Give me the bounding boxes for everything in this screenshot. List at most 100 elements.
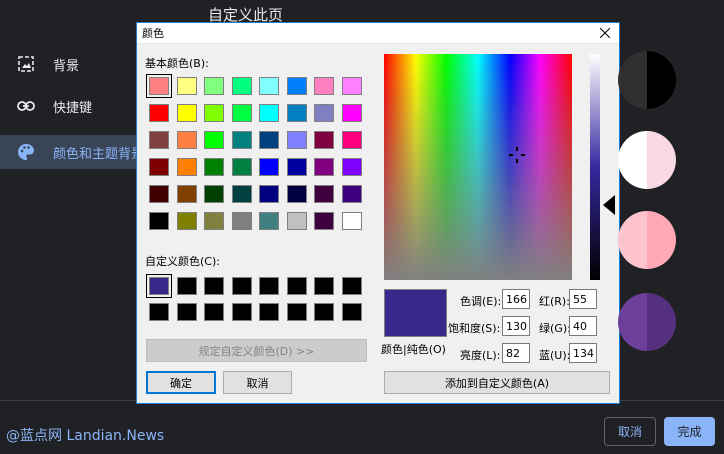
basic-color-swatch[interactable] xyxy=(286,131,307,149)
basic-color-swatch[interactable] xyxy=(149,104,169,122)
basic-color-swatch[interactable] xyxy=(176,212,197,230)
custom-color-swatch[interactable] xyxy=(231,277,252,295)
basic-color-swatch[interactable] xyxy=(286,77,307,95)
custom-color-swatch[interactable] xyxy=(314,277,334,295)
basic-color-swatch[interactable] xyxy=(204,104,224,122)
luminance-arrow-icon[interactable] xyxy=(603,195,615,215)
green-input[interactable]: 40 xyxy=(569,316,597,336)
hue-input[interactable]: 166 xyxy=(502,289,530,309)
basic-color-swatch[interactable] xyxy=(149,131,169,149)
basic-color-swatch[interactable] xyxy=(204,158,224,176)
dialog-title: 颜色 xyxy=(142,27,164,40)
basic-color-swatch[interactable] xyxy=(146,74,172,98)
luminance-input[interactable]: 82 xyxy=(502,343,530,363)
basic-color-swatch[interactable] xyxy=(314,185,334,203)
basic-color-swatch[interactable] xyxy=(341,77,362,95)
watermark-text: @蓝点网 Landian.News xyxy=(6,428,165,444)
basic-color-swatch[interactable] xyxy=(259,185,279,203)
theme-color-half xyxy=(647,131,676,189)
basic-color-swatch[interactable] xyxy=(176,77,197,95)
basic-color-swatch[interactable] xyxy=(231,77,252,95)
red-input[interactable]: 55 xyxy=(569,289,597,309)
close-button[interactable] xyxy=(591,23,619,43)
page-done-button[interactable]: 完成 xyxy=(664,417,715,446)
custom-color-swatch[interactable] xyxy=(146,274,172,298)
basic-color-swatch[interactable] xyxy=(176,131,197,149)
custom-color-swatch[interactable] xyxy=(286,303,307,321)
basic-color-swatch[interactable] xyxy=(149,185,169,203)
palette-icon xyxy=(18,144,34,160)
basic-color-swatch[interactable] xyxy=(259,131,279,149)
custom-color-swatch[interactable] xyxy=(204,277,224,295)
hue-label: 色调(E): xyxy=(460,295,502,308)
basic-color-swatch[interactable] xyxy=(204,212,224,230)
basic-color-swatch[interactable] xyxy=(176,104,197,122)
color-dialog: 颜色 基本颜色(B): 自定义颜色(C): 规定自定义颜色(D) >> 确定 取… xyxy=(136,22,620,404)
basic-color-swatch[interactable] xyxy=(176,158,197,176)
basic-color-swatch[interactable] xyxy=(204,77,224,95)
basic-color-swatch[interactable] xyxy=(314,77,334,95)
basic-color-swatch[interactable] xyxy=(149,158,169,176)
basic-color-swatch[interactable] xyxy=(286,185,307,203)
theme-color-option[interactable] xyxy=(618,51,676,109)
custom-color-swatch[interactable] xyxy=(176,277,197,295)
basic-color-swatch[interactable] xyxy=(314,158,334,176)
basic-color-swatch[interactable] xyxy=(314,212,334,230)
theme-color-half xyxy=(647,293,676,351)
custom-color-swatch[interactable] xyxy=(259,277,279,295)
theme-color-half xyxy=(618,51,647,109)
custom-color-swatch[interactable] xyxy=(341,277,362,295)
basic-color-swatch[interactable] xyxy=(231,158,252,176)
basic-color-swatch[interactable] xyxy=(341,131,362,149)
page-cancel-button[interactable]: 取消 xyxy=(604,417,656,446)
basic-color-swatch[interactable] xyxy=(231,212,252,230)
theme-color-half xyxy=(618,211,647,269)
basic-color-swatch[interactable] xyxy=(341,212,362,230)
basic-color-swatch[interactable] xyxy=(231,131,252,149)
custom-color-swatch[interactable] xyxy=(286,277,307,295)
custom-color-swatch[interactable] xyxy=(149,303,169,321)
red-label: 红(R): xyxy=(539,295,570,308)
theme-color-option[interactable] xyxy=(618,293,676,351)
add-custom-color-button[interactable]: 添加到自定义颜色(A) xyxy=(384,371,610,394)
blue-label: 蓝(U): xyxy=(539,349,571,362)
basic-color-swatch[interactable] xyxy=(286,212,307,230)
color-preview xyxy=(384,289,447,337)
basic-color-swatch[interactable] xyxy=(231,104,252,122)
luminance-slider[interactable] xyxy=(590,54,600,280)
custom-color-swatch[interactable] xyxy=(341,303,362,321)
basic-color-swatch[interactable] xyxy=(286,158,307,176)
custom-color-swatch[interactable] xyxy=(204,303,224,321)
basic-color-swatch[interactable] xyxy=(149,212,169,230)
basic-color-swatch[interactable] xyxy=(341,158,362,176)
basic-color-swatch[interactable] xyxy=(259,158,279,176)
basic-color-swatch[interactable] xyxy=(259,77,279,95)
basic-color-swatch[interactable] xyxy=(204,185,224,203)
blue-input[interactable]: 134 xyxy=(569,343,597,363)
sidebar-item-label: 颜色和主题背景 xyxy=(53,146,145,162)
basic-color-swatch[interactable] xyxy=(204,131,224,149)
dialog-cancel-button[interactable]: 取消 xyxy=(223,371,292,394)
basic-color-swatch[interactable] xyxy=(341,185,362,203)
basic-color-swatch[interactable] xyxy=(314,131,334,149)
custom-color-swatch[interactable] xyxy=(259,303,279,321)
basic-color-swatch[interactable] xyxy=(341,104,362,122)
link-icon xyxy=(17,101,35,111)
saturation-label: 饱和度(S): xyxy=(448,322,501,335)
theme-color-option[interactable] xyxy=(618,131,676,189)
basic-color-swatch[interactable] xyxy=(286,104,307,122)
basic-color-swatch[interactable] xyxy=(314,104,334,122)
basic-color-swatch[interactable] xyxy=(259,212,279,230)
color-spectrum[interactable] xyxy=(384,54,572,280)
ok-button[interactable]: 确定 xyxy=(146,371,216,394)
saturation-input[interactable]: 130 xyxy=(502,316,530,336)
define-custom-colors-button[interactable]: 规定自定义颜色(D) >> xyxy=(146,339,367,362)
custom-color-swatch[interactable] xyxy=(314,303,334,321)
custom-color-swatch[interactable] xyxy=(176,303,197,321)
theme-color-half xyxy=(647,211,676,269)
basic-color-swatch[interactable] xyxy=(176,185,197,203)
basic-color-swatch[interactable] xyxy=(259,104,279,122)
theme-color-option[interactable] xyxy=(618,211,676,269)
custom-color-swatch[interactable] xyxy=(231,303,252,321)
basic-color-swatch[interactable] xyxy=(231,185,252,203)
